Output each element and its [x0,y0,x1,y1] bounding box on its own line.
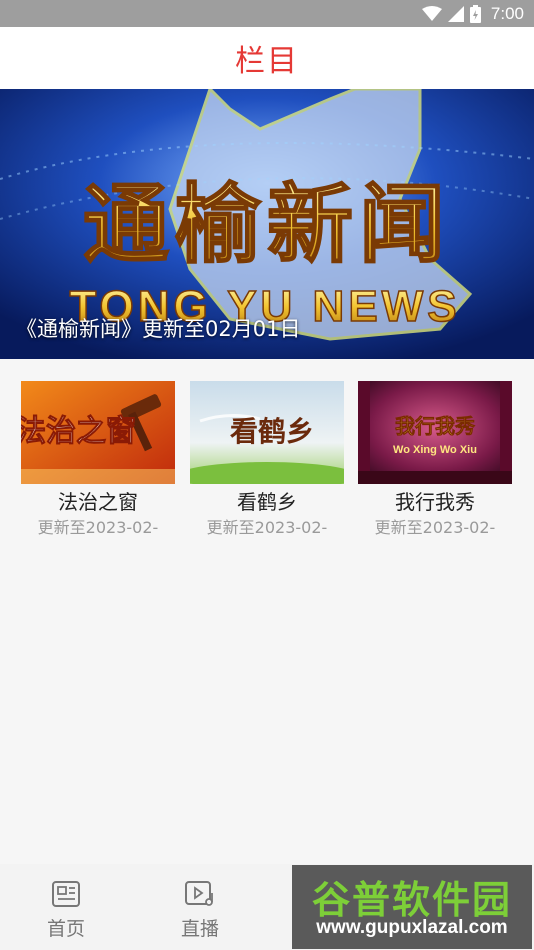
program-title: 法治之窗 [58,490,138,514]
program-thumbnail: 我行我秀 Wo Xing Wo Xiu [358,381,512,484]
title-bar: 栏目 [0,27,534,89]
featured-banner[interactable]: 通榆新闻 TONG YU NEWS 《通榆新闻》更新至02月01日 [0,89,534,359]
thumb-text-fazhi: 法治之窗 [21,414,136,449]
program-card-woxingwoxiu[interactable]: 我行我秀 Wo Xing Wo Xiu 我行我秀 更新至2023-02- [358,381,512,540]
watermark-logo: 谷普软件园 www.gupuxlazal.com [292,865,532,949]
watermark-text: 谷普软件园 [311,878,512,922]
news-icon [52,881,80,907]
thumb-subtext-woxingwoxiu: Wo Xing Wo Xiu [393,444,477,456]
signal-icon [447,6,464,22]
program-card-fazhi[interactable]: 法治之窗 法治之窗 更新至2023-02- [21,381,175,540]
program-title: 我行我秀 [395,490,475,514]
battery-icon [469,5,481,23]
nav-item-live[interactable]: 直播 [165,880,235,941]
banner-caption: 《通榆新闻》更新至02月01日 [16,317,301,341]
wifi-icon [421,6,442,21]
program-card-kanhexiang[interactable]: 看鹤乡 看鹤乡 更新至2023-02- [190,381,344,540]
nav-label-home: 首页 [46,918,85,940]
program-title: 看鹤乡 [237,490,297,514]
program-grid: 法治之窗 法治之窗 更新至2023-02- 看鹤乡 看鹤乡 更新至2023-02… [0,359,534,864]
nav-label-live: 直播 [180,918,219,940]
thumb-text-woxingwoxiu: 我行我秀 [395,414,475,438]
status-time: 7:00 [490,4,524,23]
program-update-date: 更新至2023-02- [206,518,328,537]
banner-logo-text: 通榆新闻 [83,175,451,275]
status-bar: 7:00 [0,0,534,27]
program-thumbnail: 看鹤乡 [190,381,344,484]
nav-item-home[interactable]: 首页 [31,880,101,941]
program-update-date: 更新至2023-02- [374,518,496,537]
watermark-url: www.gupuxlazal.com [316,917,508,938]
thumb-text-kanhexiang: 看鹤乡 [230,415,314,448]
status-icons: 7:00 [421,4,524,24]
program-thumbnail: 法治之窗 [21,381,175,484]
live-video-icon [185,881,213,906]
program-update-date: 更新至2023-02- [37,518,159,537]
page-title: 栏目 [235,44,299,79]
